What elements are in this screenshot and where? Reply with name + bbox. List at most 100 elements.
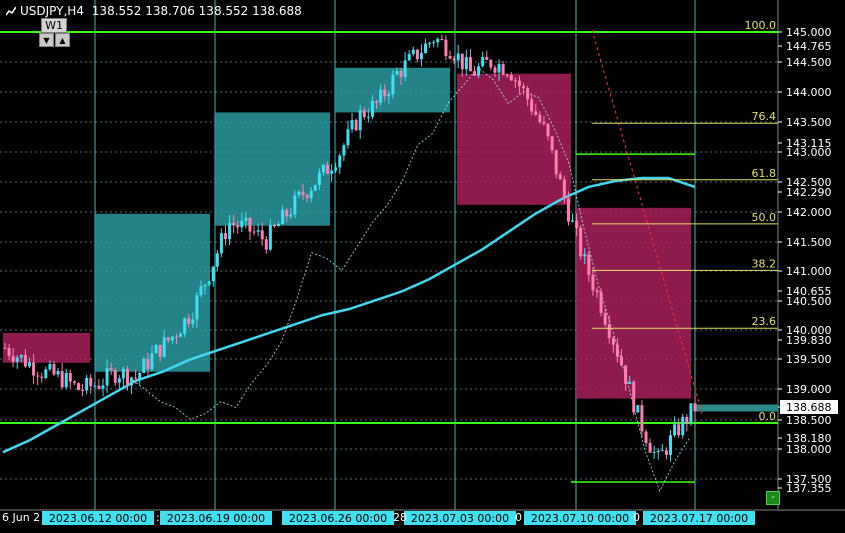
candle-bear bbox=[134, 377, 138, 379]
candle-bull bbox=[191, 319, 195, 324]
weekly-box-bear bbox=[457, 73, 571, 205]
price-label: 144.000 bbox=[786, 86, 832, 99]
candle-bear bbox=[554, 150, 558, 175]
candle-bull bbox=[583, 254, 587, 257]
candle-bear bbox=[517, 80, 521, 87]
candle-bear bbox=[399, 71, 403, 77]
candle-bull bbox=[689, 403, 693, 424]
candle-bull bbox=[366, 116, 370, 118]
candle-bull bbox=[228, 222, 232, 240]
candle-bull bbox=[195, 295, 199, 320]
price-label: 138.500 bbox=[786, 414, 832, 427]
candle-bull bbox=[379, 89, 383, 103]
candle-bull bbox=[424, 43, 428, 54]
candle-bear bbox=[7, 348, 11, 356]
candle-bull bbox=[334, 167, 338, 171]
candle-bear bbox=[664, 450, 668, 455]
candle-bear bbox=[591, 274, 595, 291]
candle-bull bbox=[211, 266, 215, 282]
candle-bear bbox=[326, 164, 330, 174]
candle-bear bbox=[383, 89, 387, 97]
price-label: 141.000 bbox=[786, 265, 832, 278]
candle-bull bbox=[154, 345, 158, 354]
time-label: 2023.07.03 00:00 bbox=[411, 512, 509, 525]
candle-bull bbox=[162, 337, 166, 357]
collapse-button[interactable]: - bbox=[766, 491, 780, 505]
candle-bull bbox=[477, 66, 481, 76]
candle-bear bbox=[460, 53, 464, 70]
candle-bear bbox=[615, 344, 619, 357]
candle-bear bbox=[526, 88, 530, 100]
price-chart[interactable]: 100.076.461.850.038.223.60.0 145.000144.… bbox=[0, 0, 845, 529]
candle-bull bbox=[346, 129, 350, 146]
price-label: 139.830 bbox=[786, 334, 832, 347]
fib-label: 0.0 bbox=[759, 410, 777, 423]
price-label: 145.000 bbox=[786, 26, 832, 39]
weekly-box-bull bbox=[215, 112, 330, 226]
timeframe-down-button[interactable]: ▼ bbox=[39, 33, 54, 47]
time-separator-label: 0 bbox=[633, 511, 640, 524]
candle-bull bbox=[571, 220, 575, 222]
candle-bear bbox=[632, 381, 636, 413]
candle-bear bbox=[530, 99, 534, 112]
candle-bear bbox=[81, 389, 85, 391]
chart-area[interactable]: 100.0 76.4 61.8 50.0 38.2 23.6 0.0 145.000 144.… bbox=[0, 0, 845, 529]
candle-bear bbox=[562, 179, 566, 199]
candle-bear bbox=[620, 356, 624, 366]
price-label: 139.500 bbox=[786, 353, 832, 366]
candle-bear bbox=[489, 59, 493, 68]
time-label-partial: 6 Jun 2 bbox=[2, 511, 40, 524]
candle-bear bbox=[146, 358, 150, 370]
candle-bear bbox=[558, 174, 562, 180]
candle-bear bbox=[23, 355, 27, 367]
candle-bear bbox=[546, 123, 550, 137]
timeframe-up-button[interactable]: ▲ bbox=[55, 33, 70, 47]
candle-bull bbox=[121, 368, 125, 379]
candle-bull bbox=[342, 145, 346, 156]
candle-bull bbox=[268, 224, 272, 250]
candle-bear bbox=[72, 381, 76, 384]
candle-bull bbox=[350, 120, 354, 130]
candle-bear bbox=[354, 120, 358, 131]
candle-bull bbox=[64, 373, 68, 388]
fib-label: 23.6 bbox=[752, 315, 777, 328]
candle-bull bbox=[428, 42, 432, 44]
candle-bull bbox=[456, 53, 460, 61]
candle-bear bbox=[648, 442, 652, 453]
candle-bull bbox=[387, 94, 391, 97]
candle-bear bbox=[285, 209, 289, 217]
candle-bear bbox=[305, 195, 309, 198]
candle-bull bbox=[432, 42, 436, 44]
candle-bear bbox=[362, 110, 366, 117]
weekly-box-bull bbox=[95, 213, 210, 372]
time-label: 2023.06.12 00:00 bbox=[49, 512, 147, 525]
candle-bear bbox=[187, 318, 191, 324]
candle-bull bbox=[138, 372, 142, 379]
time-label: 2023.06.19 00:00 bbox=[167, 512, 265, 525]
candle-bear bbox=[677, 424, 681, 436]
candle-bull bbox=[219, 233, 223, 254]
timeframe-label[interactable]: W1 bbox=[41, 18, 67, 33]
candle-bull bbox=[464, 57, 468, 70]
candle-bear bbox=[485, 57, 489, 60]
candle-bear bbox=[260, 230, 264, 240]
candle-bear bbox=[611, 338, 615, 345]
time-label: 2023.07.10 00:00 bbox=[531, 512, 629, 525]
price-label: 144.500 bbox=[786, 56, 832, 69]
candle-bull bbox=[101, 385, 105, 389]
candle-bear bbox=[76, 383, 80, 390]
time-separator-label: 0 bbox=[515, 511, 522, 524]
price-label: 142.290 bbox=[786, 186, 832, 199]
price-label: 137.355 bbox=[786, 482, 832, 495]
candle-bull bbox=[391, 74, 395, 95]
candle-bear bbox=[579, 227, 583, 257]
candle-bull bbox=[244, 217, 248, 221]
candle-bear bbox=[522, 86, 526, 89]
candle-bull bbox=[628, 381, 632, 385]
fib-label: 100.0 bbox=[745, 19, 777, 32]
candle-bull bbox=[358, 110, 362, 131]
candle-bear bbox=[603, 312, 607, 325]
candle-bear bbox=[452, 58, 456, 61]
candle-bear bbox=[640, 405, 644, 432]
candle-bull bbox=[660, 450, 664, 452]
